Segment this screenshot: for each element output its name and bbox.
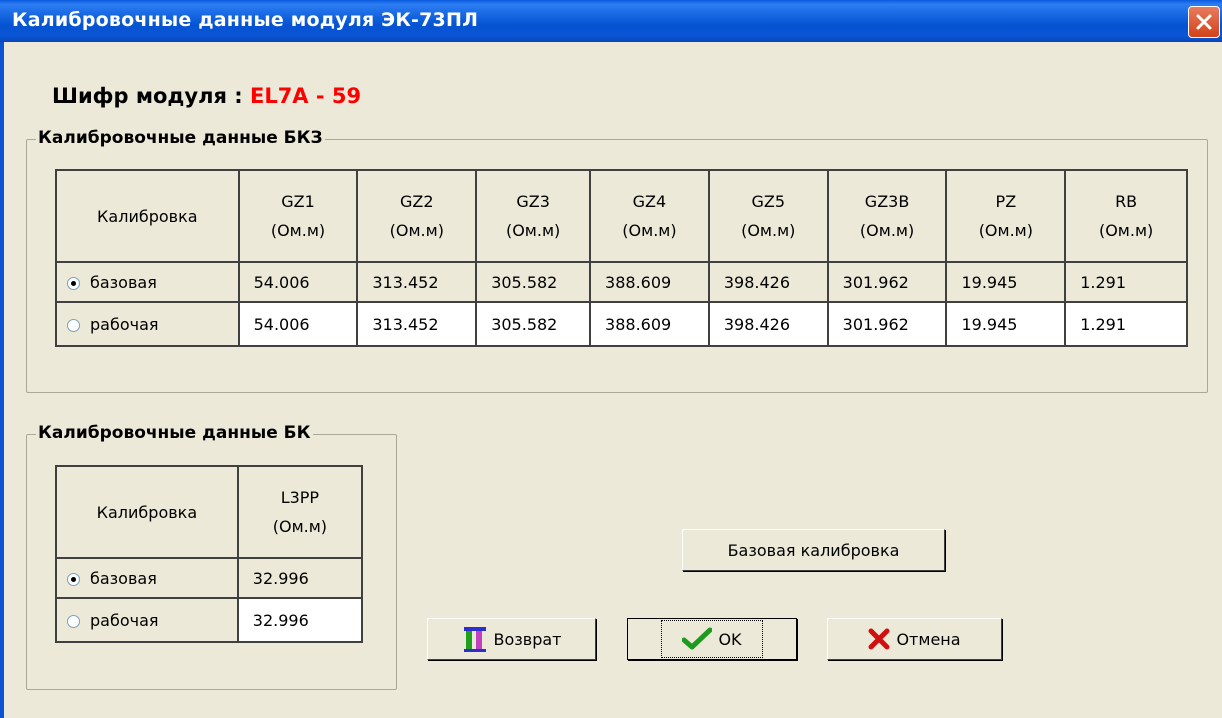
bk-header-calibration: Калибровка (55, 465, 239, 559)
ok-label: OK (718, 629, 742, 649)
checkmark-icon (682, 627, 713, 650)
value-cell[interactable]: 1.291 (1064, 301, 1188, 347)
radio-button[interactable] (67, 276, 80, 290)
bkz-col-header: RB (Ом.м) (1064, 169, 1188, 263)
red-x-icon (868, 628, 890, 650)
base-calibration-label: Базовая калибровка (727, 540, 900, 560)
value-cell: 1.291 (1064, 261, 1188, 303)
radio-button[interactable] (67, 318, 80, 332)
value-cell[interactable]: 313.452 (356, 301, 478, 347)
module-code-value: EL7A - 59 (249, 84, 362, 108)
return-button[interactable]: Возврат (427, 618, 596, 660)
bkz-col-header: GZ5 (Ом.м) (707, 169, 829, 263)
bkz-header-row: Калибровка GZ1 (Ом.м) GZ2 (Ом.м) GZ3 (Ом.м)… (55, 169, 1188, 263)
bkz-col-header: GZ4 (Ом.м) (589, 169, 710, 263)
base-calibration-button[interactable]: Базовая калибровка (682, 529, 945, 571)
bk-col-header: L3PP (Ом.м) (236, 465, 364, 559)
window-title: Калибровочные данные модуля ЭК-73ПЛ (12, 9, 479, 31)
radio-base-bk[interactable]: базовая (55, 557, 239, 599)
bkz-row-base: базовая 54.006 313.452 305.582 388.609 3… (55, 261, 1188, 303)
radio-button[interactable] (67, 572, 80, 586)
exit-door-icon (463, 627, 486, 652)
dialog-window: Калибровочные данные модуля ЭК-73ПЛ Шифр… (0, 0, 1222, 718)
radio-button[interactable] (67, 614, 80, 628)
value-cell: 32.996 (236, 557, 364, 599)
value-cell[interactable]: 301.962 (826, 301, 948, 347)
radio-work-bk[interactable]: рабочая (55, 597, 239, 643)
module-code-label: Шифр модуля : (52, 84, 243, 108)
ok-focus-frame: OK (661, 620, 763, 658)
bkz-table: Калибровка GZ1 (Ом.м) GZ2 (Ом.м) GZ3 (Ом.м)… (55, 169, 1188, 347)
value-cell: 19.945 (945, 261, 1067, 303)
bkz-header-calibration: Калибровка (55, 169, 240, 263)
bkz-col-header: GZ3B (Ом.м) (826, 169, 948, 263)
bkz-col-header: GZ3 (Ом.м) (475, 169, 592, 263)
cancel-label: Отмена (896, 629, 961, 649)
module-code: Шифр модуля : EL7A - 59 (52, 84, 361, 108)
value-cell[interactable]: 19.945 (945, 301, 1067, 347)
close-button[interactable] (1188, 6, 1220, 38)
bkz-col-header: GZ1 (Ом.м) (237, 169, 359, 263)
bk-header-row: Калибровка L3PP (Ом.м) (55, 465, 364, 559)
bkz-col-header: GZ2 (Ом.м) (356, 169, 478, 263)
bkz-row-work: рабочая 54.006 313.452 305.582 388.609 3… (55, 301, 1188, 347)
radio-work-bkz[interactable]: рабочая (55, 301, 240, 347)
bk-row-work: рабочая 32.996 (55, 597, 364, 643)
bk-group-title: Калибровочные данные БК (36, 423, 313, 443)
value-cell[interactable]: 305.582 (475, 301, 592, 347)
window-border (0, 42, 4, 718)
radio-base-bkz[interactable]: базовая (55, 261, 240, 303)
value-cell: 398.426 (707, 261, 829, 303)
value-cell: 54.006 (237, 261, 359, 303)
bk-row-base: базовая 32.996 (55, 557, 364, 599)
value-cell: 313.452 (356, 261, 478, 303)
value-cell: 305.582 (475, 261, 592, 303)
title-bar[interactable]: Калибровочные данные модуля ЭК-73ПЛ (0, 0, 1222, 42)
value-cell[interactable]: 32.996 (236, 597, 364, 643)
close-icon (1196, 14, 1212, 30)
cancel-button[interactable]: Отмена (827, 618, 1002, 660)
ok-button[interactable]: OK (627, 618, 797, 660)
return-label: Возврат (493, 629, 562, 649)
bkz-col-header: PZ (Ом.м) (945, 169, 1067, 263)
bk-table: Калибровка L3PP (Ом.м) базовая 32.996 раб… (55, 465, 364, 643)
value-cell[interactable]: 398.426 (707, 301, 829, 347)
value-cell[interactable]: 54.006 (237, 301, 359, 347)
value-cell: 301.962 (826, 261, 948, 303)
value-cell: 388.609 (589, 261, 710, 303)
bkz-group-title: Калибровочные данные БКЗ (36, 128, 325, 148)
value-cell[interactable]: 388.609 (589, 301, 710, 347)
